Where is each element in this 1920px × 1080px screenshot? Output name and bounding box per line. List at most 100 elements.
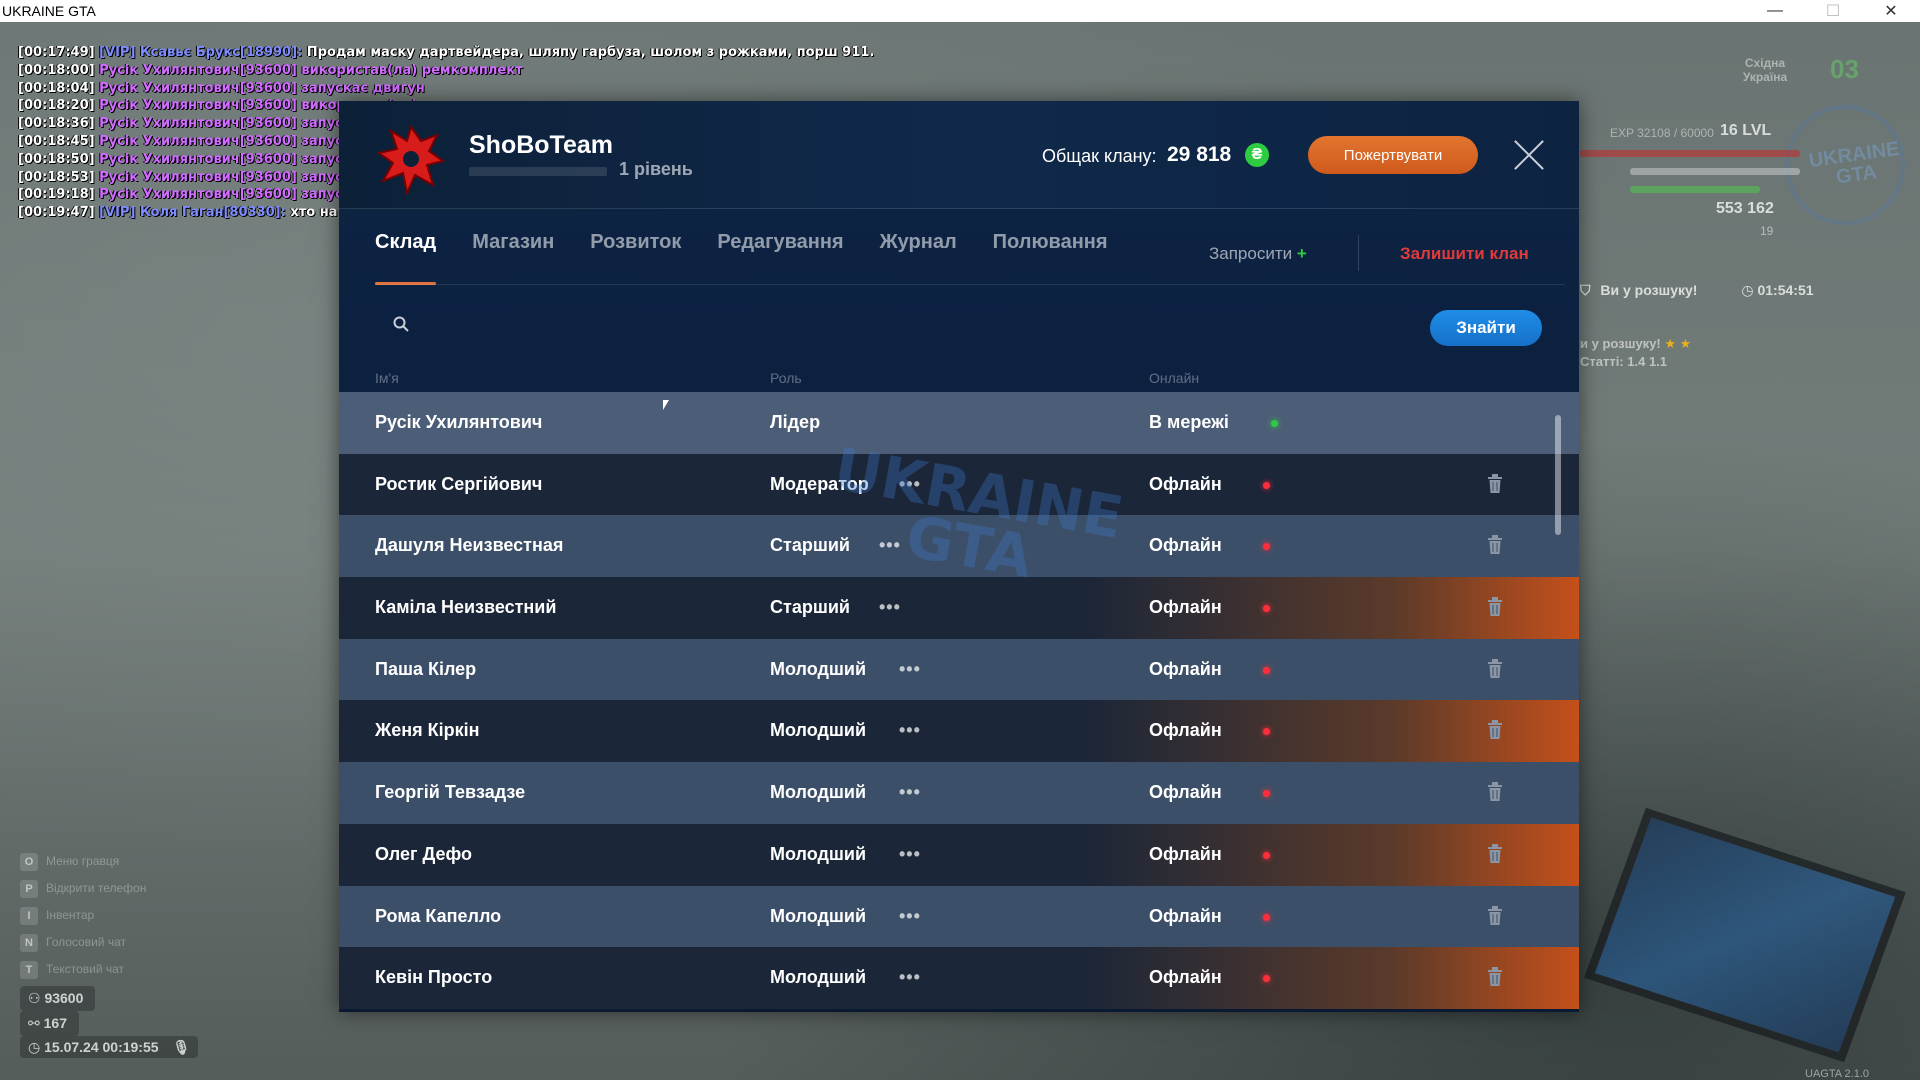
online-dot-icon — [1271, 420, 1278, 427]
trash-icon[interactable] — [1487, 782, 1503, 802]
donate-button[interactable]: Пожертвувати — [1308, 136, 1478, 174]
role-menu-button[interactable]: ••• — [899, 720, 921, 741]
member-name: Ростик Сергійович — [375, 473, 543, 494]
player-stats: ⚇ 93600 ⚯ 167 — [20, 986, 96, 1036]
tab-5[interactable]: Полювання — [993, 231, 1108, 271]
hud-day: 03 — [1830, 54, 1859, 84]
plus-icon: + — [1296, 244, 1307, 263]
member-name: Дашуля Неизвестная — [375, 535, 564, 556]
keybind-label: Меню гравця — [46, 854, 120, 868]
maximize-button[interactable]: ☐ — [1804, 0, 1862, 22]
hryvnia-icon: ₴ — [1245, 143, 1269, 167]
member-row[interactable]: Женя Кіркін Молодший ••• Офлайн — [339, 700, 1579, 763]
tab-2[interactable]: Розвиток — [590, 231, 681, 271]
member-role: Молодший — [770, 905, 867, 926]
trash-icon[interactable] — [1487, 658, 1503, 679]
online-count: 167 — [43, 1015, 67, 1031]
leave-clan-button[interactable]: Залишити клан — [1400, 244, 1529, 264]
role-menu-button[interactable]: ••• — [899, 474, 921, 495]
member-row[interactable]: Паша Кілер Молодший ••• Офлайн — [339, 638, 1579, 701]
member-name: Рома Капелло — [375, 905, 502, 926]
clan-panel: ShoBoTeam 1 рівень Общак клану: 29 818 ₴… — [339, 101, 1579, 1012]
trash-icon[interactable] — [1487, 967, 1503, 987]
clan-level: 1 рівень — [619, 159, 693, 179]
keybind-hint: P Відкрити телефон — [20, 875, 146, 902]
keybind-label: Інвентар — [46, 908, 95, 922]
tab-4[interactable]: Журнал — [880, 231, 957, 271]
find-button[interactable]: Знайти — [1430, 310, 1542, 346]
tabs-divider — [375, 284, 1565, 285]
clock-icon: ◷ — [1741, 282, 1754, 298]
chat-time: [00:18:20] — [18, 98, 95, 114]
chat-author: Русік Ухилянтович[93600] — [99, 62, 297, 78]
mouse-cursor — [663, 400, 669, 410]
keybind-label: Голосовий чат — [46, 935, 126, 949]
keybind-hint: N Голосовий чат — [20, 929, 146, 956]
window-title: UKRAINE GTA — [2, 3, 96, 19]
close-icon[interactable] — [1513, 138, 1547, 172]
member-status: Офлайн — [1149, 473, 1222, 494]
trash-icon[interactable] — [1487, 905, 1503, 926]
player-id: 93600 — [44, 990, 84, 1006]
trash-icon[interactable] — [1487, 473, 1503, 494]
offline-dot-icon — [1263, 975, 1270, 983]
chat-time: [00:18:50] — [18, 151, 95, 167]
member-name: Паша Кілер — [375, 658, 477, 679]
tab-1[interactable]: Магазин — [472, 231, 554, 271]
trash-icon[interactable] — [1487, 597, 1503, 617]
role-menu-button[interactable]: ••• — [899, 906, 921, 927]
role-menu-button[interactable]: ••• — [879, 597, 901, 618]
hud-level: 16 LVL — [1720, 122, 1772, 139]
chat-author: [VIP] Коля Гаган[80330]: — [99, 205, 286, 221]
keybind-hints: O Меню гравця P Відкрити телефон I Інвентар N Г… — [20, 848, 146, 983]
member-row[interactable]: Каміла Неизвестний Старший ••• Офлайн — [339, 577, 1579, 639]
shield-icon: ⛉ — [1580, 282, 1591, 298]
trash-icon[interactable] — [1487, 535, 1503, 555]
member-row[interactable]: Рома Капелло Молодший ••• Офлайн — [339, 885, 1579, 948]
datetime-value: 15.07.24 00:19:55 — [44, 1039, 159, 1055]
offline-dot-icon — [1263, 481, 1270, 489]
member-row[interactable]: Георгій Тевзадзе Молодший ••• Офлайн — [339, 762, 1579, 824]
member-role: Старший — [770, 597, 850, 618]
offline-dot-icon — [1263, 666, 1270, 674]
members-scrollbar[interactable] — [1555, 415, 1561, 535]
role-menu-button[interactable]: ••• — [899, 967, 921, 988]
role-menu-button[interactable]: ••• — [899, 844, 921, 865]
role-menu-button[interactable]: ••• — [879, 535, 901, 556]
chat-author: [VIP] Ксавьє Брукс[18990]: — [99, 45, 303, 60]
member-status: Офлайн — [1149, 967, 1222, 988]
offline-dot-icon — [1263, 543, 1270, 551]
member-row[interactable]: Русік Ухилянтович Лідер В мережі — [339, 392, 1579, 454]
trash-icon[interactable] — [1487, 720, 1503, 740]
chat-time: [00:19:18] — [18, 187, 95, 203]
version-text: UAGTA 2.1.0 — [1805, 1068, 1869, 1080]
search-icon — [393, 316, 409, 332]
player-hud: Східна Україна 03 EXP 32108 / 60000 16 L… — [1580, 50, 1920, 380]
role-menu-button[interactable]: ••• — [899, 659, 921, 680]
member-row[interactable]: Кевін Просто Молодший ••• Офлайн — [339, 947, 1579, 1009]
chat-author: Русік Ухилянтович[93600] — [99, 169, 297, 185]
trash-icon[interactable] — [1487, 843, 1503, 864]
chat-time: [00:17:49] — [18, 45, 95, 60]
hud-region: Східна Україна — [1742, 56, 1788, 84]
clan-tabs: Склад Магазин Розвиток Редагування Журнал Пол… — [375, 231, 1144, 285]
offline-dot-icon — [1263, 728, 1270, 736]
minimize-button[interactable]: — — [1746, 0, 1804, 22]
invite-button[interactable]: Запросити + — [1209, 244, 1307, 264]
clan-level-progress — [469, 167, 607, 176]
member-status: Офлайн — [1149, 658, 1222, 679]
member-status: Офлайн — [1149, 782, 1222, 803]
member-row[interactable]: Ростик Сергійович Модератор ••• Офлайн — [339, 453, 1579, 516]
close-window-button[interactable]: ✕ — [1862, 0, 1920, 22]
keybind-hint: T Текстовий чат — [20, 956, 146, 983]
datetime: ◷ 15.07.24 00:19:55 🎙 — [20, 1036, 199, 1058]
key-badge: P — [20, 880, 38, 898]
member-row[interactable]: Олег Дефо Молодший ••• Офлайн — [339, 823, 1579, 886]
hud-health-bar — [1580, 150, 1800, 157]
tab-3[interactable]: Редагування — [717, 231, 843, 271]
member-row[interactable]: Дашуля Неизвестная Старший ••• Офлайн — [339, 515, 1579, 578]
member-search-input[interactable] — [421, 306, 1221, 340]
tab-0[interactable]: Склад — [375, 231, 437, 285]
chat-author: Русік Ухилянтович[93600] — [99, 133, 297, 149]
role-menu-button[interactable]: ••• — [899, 782, 921, 803]
